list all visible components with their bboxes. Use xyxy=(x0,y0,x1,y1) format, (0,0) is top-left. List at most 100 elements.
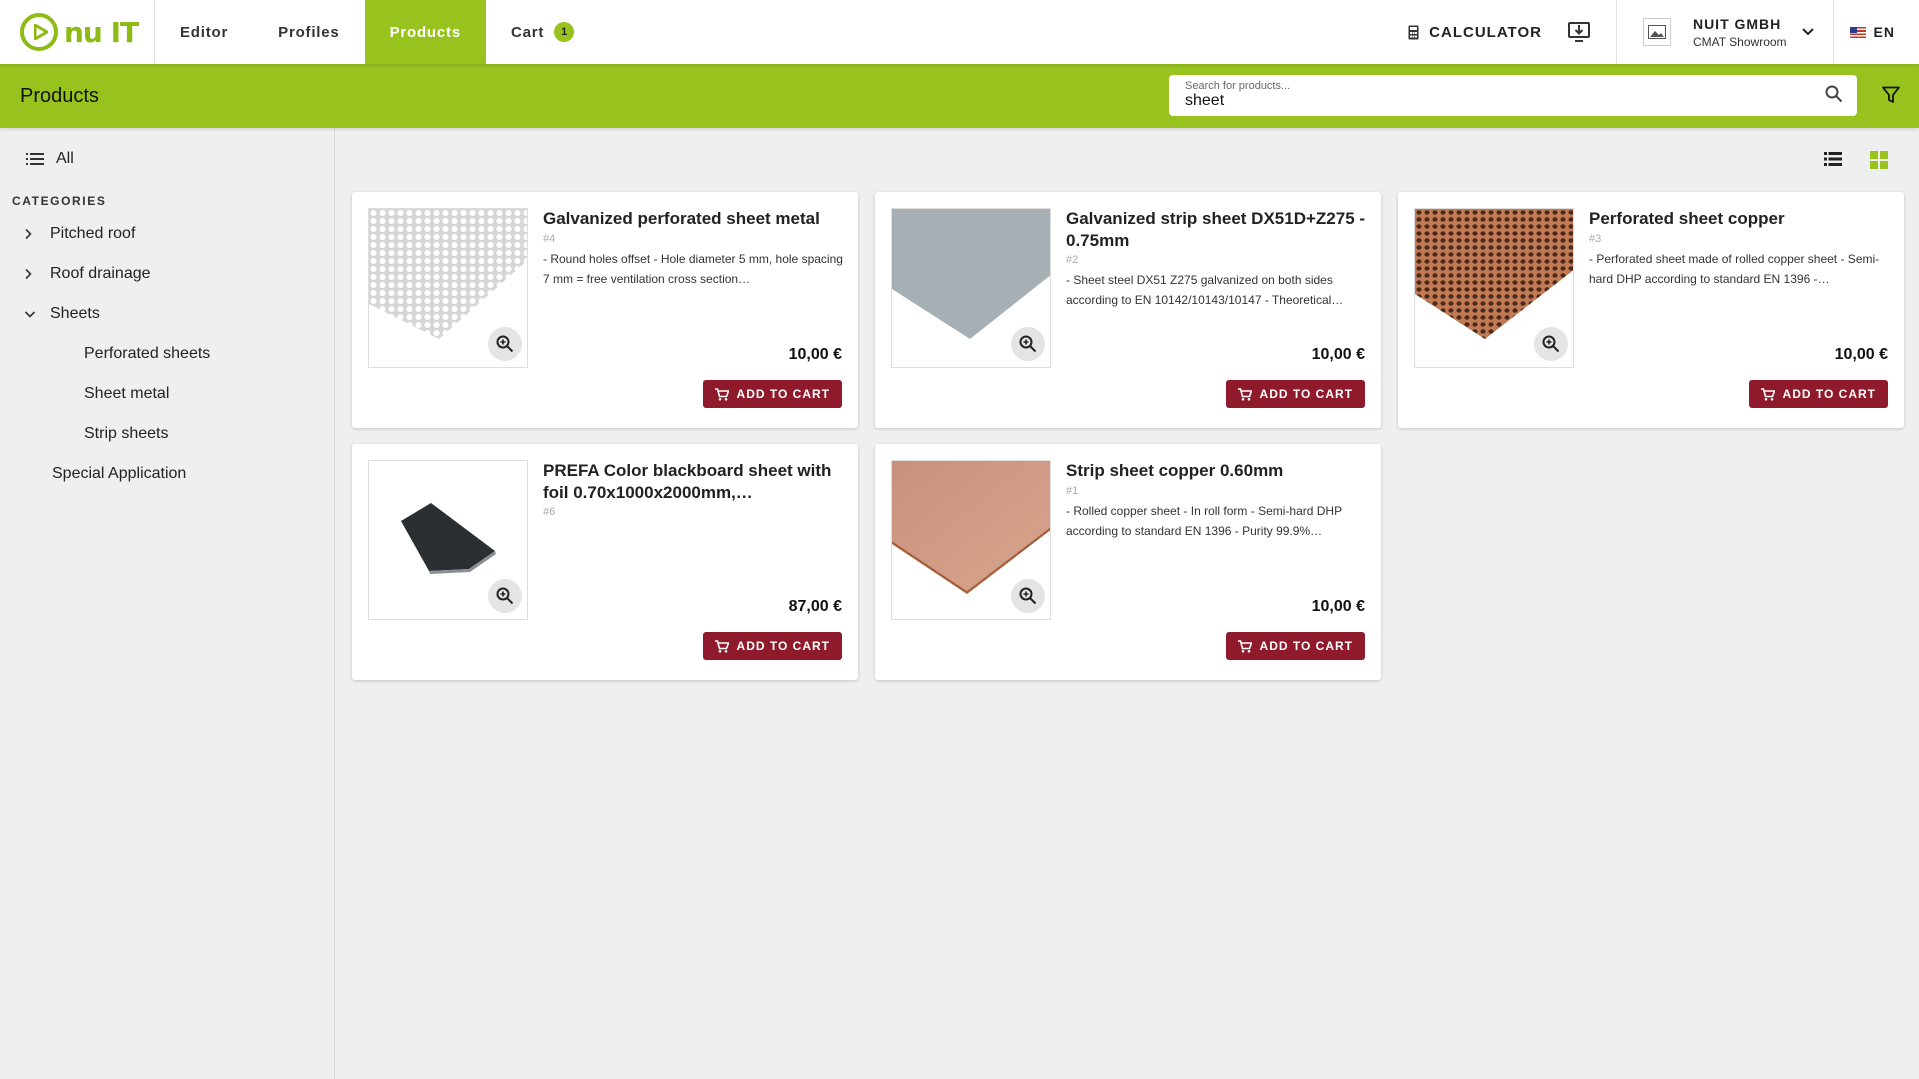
search-icon[interactable] xyxy=(1825,85,1843,103)
cart-icon xyxy=(1237,387,1252,401)
app-logo[interactable]: nu IT xyxy=(0,0,155,64)
category-special-application[interactable]: Special Application xyxy=(0,454,334,494)
nav-products[interactable]: Products xyxy=(364,0,486,64)
nav-profiles-label: Profiles xyxy=(278,23,340,41)
category-perforated-sheets[interactable]: Perforated sheets xyxy=(0,334,334,374)
nav-cart[interactable]: Cart 1 xyxy=(486,0,599,64)
company-selector[interactable]: NUIT GMBH CMAT Showroom xyxy=(1617,0,1834,64)
chevron-right-icon xyxy=(25,268,32,280)
play-logo-icon xyxy=(20,13,58,51)
zoom-in-icon xyxy=(496,587,514,605)
chevron-down-icon xyxy=(24,311,36,318)
page-header: Products Search for products... xyxy=(0,64,1919,128)
add-to-cart-button[interactable]: ADD TO CART xyxy=(1225,380,1365,408)
category-sheet-metal[interactable]: Sheet metal xyxy=(0,374,334,414)
search-input[interactable] xyxy=(1185,92,1805,110)
product-card[interactable]: Galvanized strip sheet DX51D+Z275 - 0.75… xyxy=(875,192,1381,428)
add-to-cart-label: ADD TO CART xyxy=(1782,387,1876,401)
product-title[interactable]: Galvanized perforated sheet metal xyxy=(543,208,843,230)
category-label: Perforated sheets xyxy=(84,345,211,362)
zoom-in-icon xyxy=(1019,587,1037,605)
download-button[interactable] xyxy=(1556,0,1617,64)
calculator-icon xyxy=(1408,25,1419,39)
company-subtitle: CMAT Showroom xyxy=(1692,34,1787,49)
product-image[interactable] xyxy=(1414,208,1574,368)
product-description: - Rolled copper sheet - In roll form - S… xyxy=(1066,504,1342,538)
company-name: NUIT GMBH xyxy=(1692,15,1782,32)
add-to-cart-button[interactable]: ADD TO CART xyxy=(702,380,842,408)
category-roof-drainage[interactable]: Roof drainage xyxy=(0,254,334,294)
zoom-button[interactable] xyxy=(488,579,522,613)
calculator-button[interactable]: CALCULATOR xyxy=(1394,0,1556,64)
top-navigation: nu IT Editor Profiles Products Cart 1 CA… xyxy=(0,0,1919,64)
cart-icon xyxy=(714,639,729,653)
product-price: 10,00 € xyxy=(1834,346,1888,363)
product-description: - Sheet steel DX51 Z275 galvanized on bo… xyxy=(1066,273,1344,307)
product-image[interactable] xyxy=(891,460,1051,620)
category-label: Sheet metal xyxy=(84,385,170,402)
grid-view-icon[interactable] xyxy=(1870,151,1888,169)
calculator-label: CALCULATOR xyxy=(1429,23,1542,41)
product-id: #4 xyxy=(543,233,556,245)
cart-count-badge: 1 xyxy=(554,22,575,42)
zoom-button[interactable] xyxy=(1011,327,1045,361)
zoom-in-icon xyxy=(496,335,514,353)
chevron-right-icon xyxy=(25,228,32,240)
cart-icon xyxy=(714,387,729,401)
product-title[interactable]: Perforated sheet copper xyxy=(1589,208,1889,230)
add-to-cart-label: ADD TO CART xyxy=(1259,639,1353,653)
add-to-cart-button[interactable]: ADD TO CART xyxy=(1225,632,1365,660)
category-sidebar: All CATEGORIES Pitched roof Roof drainag… xyxy=(0,128,335,1079)
all-label: All xyxy=(56,150,74,167)
all-products-link[interactable]: All xyxy=(0,128,334,168)
download-icon xyxy=(1567,22,1590,42)
product-image[interactable] xyxy=(368,208,528,368)
add-to-cart-label: ADD TO CART xyxy=(1259,387,1353,401)
search-box[interactable]: Search for products... xyxy=(1169,75,1857,116)
list-icon xyxy=(26,153,44,165)
language-selector[interactable]: EN xyxy=(1834,0,1919,64)
product-card[interactable]: Strip sheet copper 0.60mm #1 - Rolled co… xyxy=(875,444,1381,680)
add-to-cart-button[interactable]: ADD TO CART xyxy=(1748,380,1888,408)
zoom-button[interactable] xyxy=(488,327,522,361)
category-label: Special Application xyxy=(52,465,187,482)
product-price: 10,00 € xyxy=(1311,598,1365,615)
cart-icon xyxy=(1760,387,1775,401)
list-view-icon[interactable] xyxy=(1824,151,1842,167)
product-card[interactable]: PREFA Color blackboard sheet with foil 0… xyxy=(352,444,858,680)
nav-editor[interactable]: Editor xyxy=(155,0,253,64)
company-logo-icon xyxy=(1642,18,1671,46)
category-label: Pitched roof xyxy=(50,225,136,242)
product-price: 10,00 € xyxy=(788,346,842,363)
category-pitched-roof[interactable]: Pitched roof xyxy=(0,214,334,254)
product-title[interactable]: Galvanized strip sheet DX51D+Z275 - 0.75… xyxy=(1066,208,1366,252)
product-description: - Round holes offset - Hole diameter 5 m… xyxy=(543,252,843,286)
nav-cart-label: Cart xyxy=(510,23,545,41)
add-to-cart-label: ADD TO CART xyxy=(736,387,830,401)
zoom-in-icon xyxy=(1542,335,1560,353)
product-title[interactable]: Strip sheet copper 0.60mm xyxy=(1066,460,1366,482)
add-to-cart-button[interactable]: ADD TO CART xyxy=(702,632,842,660)
zoom-button[interactable] xyxy=(1534,327,1568,361)
nav-profiles[interactable]: Profiles xyxy=(253,0,364,64)
product-title[interactable]: PREFA Color blackboard sheet with foil 0… xyxy=(543,460,843,504)
categories-heading: CATEGORIES xyxy=(12,194,107,208)
chevron-down-icon xyxy=(1801,28,1814,36)
zoom-button[interactable] xyxy=(1011,579,1045,613)
product-image[interactable] xyxy=(891,208,1051,368)
category-label: Sheets xyxy=(50,305,100,322)
product-description: - Perforated sheet made of rolled copper… xyxy=(1589,252,1880,286)
product-image[interactable] xyxy=(368,460,528,620)
product-card[interactable]: Galvanized perforated sheet metal #4 - R… xyxy=(352,192,858,428)
zoom-in-icon xyxy=(1019,335,1037,353)
search-label: Search for products... xyxy=(1185,80,1291,92)
category-strip-sheets[interactable]: Strip sheets xyxy=(0,414,334,454)
product-price: 87,00 € xyxy=(788,598,842,615)
page-title: Products xyxy=(20,84,99,107)
add-to-cart-label: ADD TO CART xyxy=(736,639,830,653)
nav-products-label: Products xyxy=(389,23,461,41)
filter-icon[interactable] xyxy=(1882,86,1900,104)
product-id: #6 xyxy=(543,506,556,518)
category-sheets[interactable]: Sheets xyxy=(0,294,334,334)
product-card[interactable]: Perforated sheet copper #3 - Perforated … xyxy=(1398,192,1904,428)
